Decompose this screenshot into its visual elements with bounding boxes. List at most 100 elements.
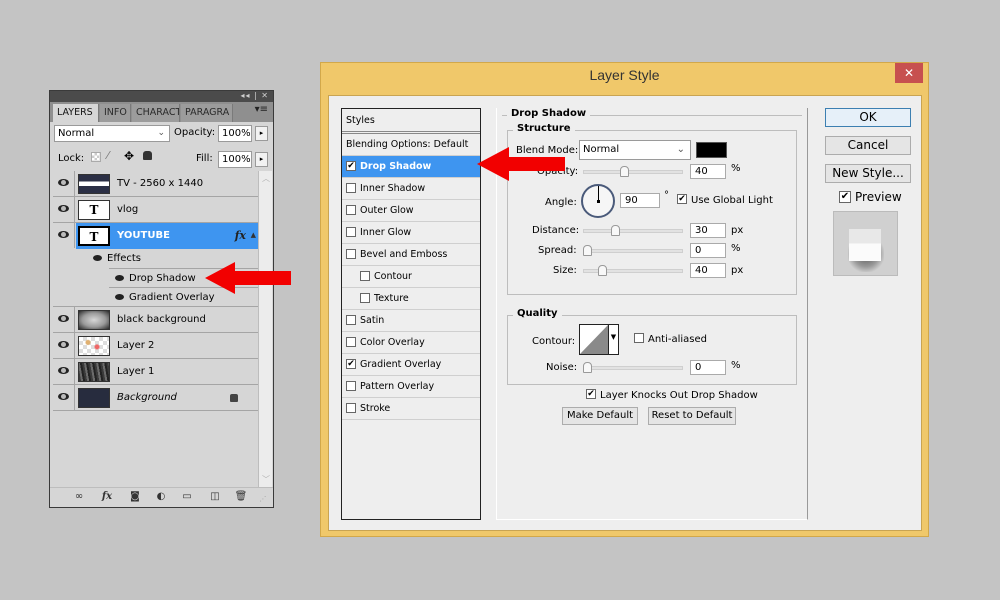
panel-menu-icon[interactable]: ▾≡ [255,104,268,115]
spread-slider-track[interactable] [583,249,683,253]
opacity-slider-track[interactable] [583,170,683,174]
lock-all-icon[interactable] [143,151,152,160]
noise-slider-thumb[interactable] [583,362,592,373]
reset-to-default-button[interactable]: Reset to Default [648,407,736,425]
layer-row-vlog[interactable]: T vlog [53,197,258,223]
trash-icon[interactable]: 🗑 [234,491,248,502]
preview-checkbox[interactable]: ✔ Preview [839,190,902,204]
layer-row-background[interactable]: Background [53,385,258,411]
checkbox[interactable]: ✔ [677,194,687,204]
opacity-input[interactable]: 100% [218,125,252,142]
layers-scrollbar[interactable]: ︿ ﹀ [258,171,272,487]
adjustment-icon[interactable]: ◐ [154,491,168,502]
noise-input[interactable]: 0 [690,360,726,375]
checkbox[interactable] [360,292,370,303]
tab-character[interactable]: CHARACT [132,104,180,122]
checkbox[interactable]: ✔ [839,190,851,203]
visibility-toggle[interactable] [53,171,75,196]
close-button[interactable]: ✕ [895,63,923,83]
checkbox[interactable] [346,248,356,259]
layer-row-youtube[interactable]: T YOUTUBE fx ▲ [53,223,258,249]
scroll-up-icon[interactable]: ︿ [262,173,270,184]
size-slider-thumb[interactable] [597,265,607,276]
folder-icon[interactable]: ▭ [180,491,194,502]
blending-options-item[interactable]: Blending Options: Default [342,134,480,156]
blend-mode-select[interactable]: Normal ⌄ [579,140,691,160]
style-item-drop-shadow[interactable]: ✔ Drop Shadow [342,156,480,178]
style-item-inner-glow[interactable]: Inner Glow [342,222,480,244]
layer-row-black-background[interactable]: black background [53,307,258,333]
fx-icon[interactable]: fx [235,229,246,242]
make-default-button[interactable]: Make Default [562,407,638,425]
scroll-down-icon[interactable]: ﹀ [262,474,270,485]
styles-header[interactable]: Styles [342,109,480,134]
opacity-slider-thumb[interactable] [619,166,629,177]
style-item-satin[interactable]: Satin [342,310,480,332]
opacity-slider-button[interactable]: ▸ [255,126,268,141]
new-style-button[interactable]: New Style... [825,164,911,183]
layer-row-tv[interactable]: TV - 2560 x 1440 [53,171,258,197]
checkbox[interactable] [346,182,356,193]
style-item-contour[interactable]: Contour [342,266,480,288]
resize-grip-icon[interactable]: ⋰ [256,495,270,503]
knockout-checkbox[interactable]: ✔ Layer Knocks Out Drop Shadow [586,389,758,401]
angle-dial[interactable] [581,184,615,218]
style-item-gradient-overlay[interactable]: ✔ Gradient Overlay [342,354,480,376]
anti-aliased-checkbox[interactable]: Anti-aliased [634,333,707,345]
link-icon[interactable]: ∞ [72,491,86,502]
style-item-outer-glow[interactable]: Outer Glow [342,200,480,222]
mask-icon[interactable]: ◙ [128,491,142,502]
visibility-toggle[interactable] [53,385,75,410]
ok-button[interactable]: OK [825,108,911,127]
fx-icon[interactable]: fx [100,491,114,502]
tab-info[interactable]: INFO [100,104,131,122]
style-item-bevel-and-emboss[interactable]: Bevel and Emboss [342,244,480,266]
style-item-pattern-overlay[interactable]: Pattern Overlay [342,376,480,398]
noise-slider-track[interactable] [583,366,683,370]
cancel-button[interactable]: Cancel [825,136,911,155]
visibility-toggle[interactable] [53,223,75,248]
style-item-color-overlay[interactable]: Color Overlay [342,332,480,354]
checkbox[interactable]: ✔ [346,358,356,369]
lock-brush-icon[interactable]: ⁄ [107,149,109,162]
size-input[interactable]: 40 [690,263,726,278]
fill-slider-button[interactable]: ▸ [255,152,268,167]
checkbox[interactable] [346,226,356,237]
checkbox[interactable] [346,380,356,391]
checkbox[interactable] [346,204,356,215]
tab-paragraph[interactable]: PARAGRA [181,104,233,122]
collapse-close-controls[interactable]: ◂◂ | ✕ [240,91,269,101]
layer-row-layer-1[interactable]: Layer 1 [53,359,258,385]
new-layer-icon[interactable]: ◫ [208,491,222,502]
tab-layers[interactable]: LAYERS [53,104,99,122]
fill-input[interactable]: 100% [218,151,252,168]
distance-slider-thumb[interactable] [610,225,620,236]
checkbox[interactable]: ✔ [346,160,356,171]
blend-mode-select[interactable]: Normal ⌄ [54,125,170,142]
checkbox[interactable] [346,336,356,347]
checkbox[interactable] [346,314,356,325]
use-global-light-checkbox[interactable]: ✔ Use Global Light [677,194,773,206]
style-item-inner-shadow[interactable]: Inner Shadow [342,178,480,200]
angle-input[interactable]: 90 [620,193,660,208]
visibility-toggle[interactable] [53,197,75,222]
style-item-stroke[interactable]: Stroke [342,398,480,420]
checkbox[interactable] [634,333,644,343]
checkbox[interactable]: ✔ [586,389,596,399]
spread-slider-thumb[interactable] [583,245,592,256]
checkbox[interactable] [360,270,370,281]
visibility-toggle[interactable] [53,359,75,384]
lock-move-icon[interactable]: ✥ [124,149,134,163]
visibility-toggle[interactable] [53,333,75,358]
shadow-color-swatch[interactable] [696,142,727,158]
layer-row-layer-2[interactable]: Layer 2 [53,333,258,359]
collapse-effects-icon[interactable]: ▲ [251,231,256,239]
contour-picker[interactable]: ▼ [579,324,619,355]
distance-input[interactable]: 30 [690,223,726,238]
style-item-texture[interactable]: Texture [342,288,480,310]
contour-dropdown-icon[interactable]: ▼ [608,325,618,354]
lock-transparent-icon[interactable] [91,152,101,162]
checkbox[interactable] [346,402,356,413]
spread-input[interactable]: 0 [690,243,726,258]
opacity-input[interactable]: 40 [690,164,726,179]
